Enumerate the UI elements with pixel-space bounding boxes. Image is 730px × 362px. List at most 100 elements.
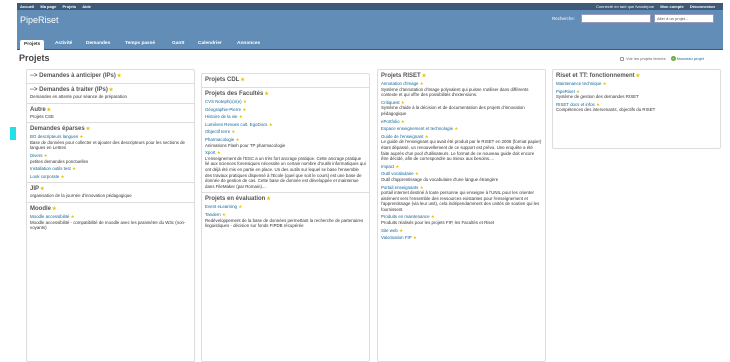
project-title[interactable]: Riset et TT: fonctionnement★ <box>556 73 717 79</box>
subproject-name[interactable]: Xport <box>205 150 216 155</box>
subproject-description: Compétences des intervenants, objectifs … <box>556 107 656 113</box>
subproject-link[interactable]: Valorisation FIP ★ <box>381 235 542 241</box>
my-account-link[interactable]: Mon compte <box>660 4 684 9</box>
project-jump-select[interactable]: Aller à un projet... <box>654 14 714 23</box>
star-icon: ★ <box>399 118 405 124</box>
subproject-name[interactable]: Guide de l'enseignant <box>381 134 423 139</box>
subproject-link[interactable]: Espace enseignement et technologie ★ <box>381 126 542 132</box>
highlight-marker <box>10 127 16 140</box>
subproject-link[interactable]: Event eLearning ★ <box>205 204 366 210</box>
subproject-link[interactable]: Géographie-Pierre ★ <box>205 107 366 113</box>
projects-column-4: Riset et TT: fonctionnement★ Maintenance … <box>552 69 721 149</box>
tab-temps-passe[interactable]: Temps passé <box>125 41 155 46</box>
star-icon: ★ <box>40 186 45 193</box>
subproject-link[interactable]: Lumières Revues cult. EgoDocs ★ <box>205 122 366 128</box>
app-title[interactable]: PipeRiset <box>20 15 59 25</box>
project-block-projets-riset: Projets RISET★ Annotation d'image ★ Systèm… <box>378 73 545 244</box>
project-title-label[interactable]: Demandes éparses <box>30 126 85 132</box>
project-title-label[interactable]: --> Demandes à anticiper (IPs) <box>30 73 116 79</box>
tab-projets[interactable]: Projets <box>20 40 45 50</box>
project-block-moodle: Moodle★ Moodle accessibilité ★ Moodle acce… <box>27 206 194 234</box>
show-closed-checkbox[interactable] <box>620 56 624 61</box>
subproject-name[interactable]: Installation outils test <box>30 166 71 171</box>
subproject-link[interactable]: Maintenance technique ★ <box>556 81 717 87</box>
project-title[interactable]: Projets des Facultés★ <box>205 91 366 97</box>
tab-calendrier[interactable]: Calendrier <box>198 41 222 46</box>
subproject-name[interactable]: PipeRiset <box>556 89 575 94</box>
star-icon: ★ <box>418 81 424 86</box>
subproject-name[interactable]: Moodle accessibilité <box>30 214 69 219</box>
star-icon: ★ <box>230 129 236 135</box>
subproject-name[interactable]: Histoire de la vie <box>205 114 237 119</box>
subproject-name[interactable]: Géographie-Pierre <box>205 107 241 112</box>
project-title-label[interactable]: Projets CDL <box>205 77 239 83</box>
subproject-name[interactable]: Valorisation FIP <box>381 235 412 240</box>
project-title[interactable]: Moodle★ <box>30 206 191 212</box>
tab-demandes[interactable]: Demandes <box>86 41 110 46</box>
subproject-link[interactable]: ePortfolio ★ <box>381 119 542 125</box>
project-title-label[interactable]: Autre <box>30 107 46 113</box>
tab-activite[interactable]: Activité <box>55 41 72 46</box>
project-title-label[interactable]: Projets des Facultés <box>205 91 263 97</box>
project-title-label[interactable]: Projets en évaluation <box>205 196 265 202</box>
subproject-name[interactable]: Divers <box>30 153 42 158</box>
tab-annonces[interactable]: Annonces <box>237 41 260 46</box>
subproject-link[interactable]: Objectif terre ★ <box>205 129 366 135</box>
project-title[interactable]: Projets CDL★ <box>205 77 366 83</box>
top-menu-aide[interactable]: Aide <box>82 4 91 9</box>
subproject-name[interactable]: Objectif terre <box>205 129 230 134</box>
subproject-name[interactable]: ePortfolio <box>381 119 400 124</box>
logged-in-as: Connecté en tant que fvandepoe <box>596 4 655 9</box>
subproject-link[interactable]: Site web ★ <box>381 228 542 234</box>
main-tabs: Projets Activité Demandes Temps passé Ga… <box>17 38 723 50</box>
subproject-name[interactable]: Site web <box>381 228 398 233</box>
subproject-link[interactable]: Histoire de la vie ★ <box>205 114 366 120</box>
project-title-label[interactable]: Riset et TT: fonctionnement <box>556 73 635 79</box>
project-title-label[interactable]: JIP <box>30 186 39 192</box>
subproject-name[interactable]: Annotation d'image <box>381 81 418 86</box>
subproject-name[interactable]: CVS Noteph(o)r(e) <box>205 99 242 104</box>
project-title[interactable]: --> Demandes à anticiper (IPs)★ <box>30 73 191 79</box>
top-menu-accueil[interactable]: Accueil <box>20 4 34 9</box>
subproject-name[interactable]: Outil vocabulaire <box>381 171 414 176</box>
subproject-name[interactable]: Lumières Revues cult. EgoDocs <box>205 122 267 127</box>
subproject-name[interactable]: Look corporate <box>30 174 59 179</box>
project-block-jip: JIP★ organisation de la journée d'innovat… <box>27 186 194 203</box>
search-input[interactable] <box>581 14 651 23</box>
top-menu-ma-page[interactable]: Ma page <box>40 4 56 9</box>
project-title[interactable]: --> Demandes à traiter (IPs)★ <box>30 87 191 93</box>
subproject-name[interactable]: BO descripteurs langues <box>30 134 78 139</box>
subproject-link[interactable]: Look corporate ★ <box>30 174 191 180</box>
subproject-name[interactable]: Espace enseignement et technologie <box>381 126 453 131</box>
project-title[interactable]: Projets en évaluation★ <box>205 196 366 202</box>
new-project-link[interactable]: + Nouveau projet <box>670 56 704 62</box>
tab-gantt[interactable]: Gantt <box>172 41 185 46</box>
subproject-description: Base de données pour collecter et ajoute… <box>30 139 185 151</box>
subproject-name[interactable]: Pharmacologie <box>205 137 234 142</box>
project-title[interactable]: Projets RISET★ <box>381 73 542 79</box>
star-icon: ★ <box>418 184 424 190</box>
subproject-link[interactable]: Impact ★ <box>381 164 542 170</box>
star-icon: ★ <box>70 166 76 172</box>
subproject-name[interactable]: Event eLearning <box>205 204 237 209</box>
show-closed-label: Voir les projets fermés <box>626 56 666 61</box>
logout-link[interactable]: Déconnexion <box>690 4 715 9</box>
subproject-name[interactable]: Critiquest <box>381 100 400 105</box>
star-icon: ★ <box>411 235 417 241</box>
subproject-name[interactable]: RISET docs et infos <box>556 102 595 107</box>
project-title[interactable]: JIP★ <box>30 186 191 192</box>
subproject-description: Redéveloppement de la base de données pe… <box>205 217 364 229</box>
project-title[interactable]: Autre★ <box>30 107 191 113</box>
project-title-label[interactable]: --> Demandes à traiter (IPs) <box>30 87 108 93</box>
subproject-name[interactable]: Produits en maintenance <box>381 214 430 219</box>
subproject-link[interactable]: Installation outils test ★ <box>30 166 191 172</box>
project-title[interactable]: Demandes éparses★ <box>30 126 191 132</box>
subproject-name[interactable]: Portail enseignants <box>381 185 418 190</box>
subproject-name[interactable]: Impact <box>381 164 394 169</box>
subproject-link[interactable]: CVS Noteph(o)r(e) ★ <box>205 99 366 105</box>
project-title-label[interactable]: Projets RISET <box>381 73 421 79</box>
project-title-label[interactable]: Moodle <box>30 206 51 212</box>
subproject-name[interactable]: Tandem <box>205 212 221 217</box>
subproject-name[interactable]: Maintenance technique <box>556 81 601 86</box>
top-menu-projets[interactable]: Projets <box>63 4 77 9</box>
